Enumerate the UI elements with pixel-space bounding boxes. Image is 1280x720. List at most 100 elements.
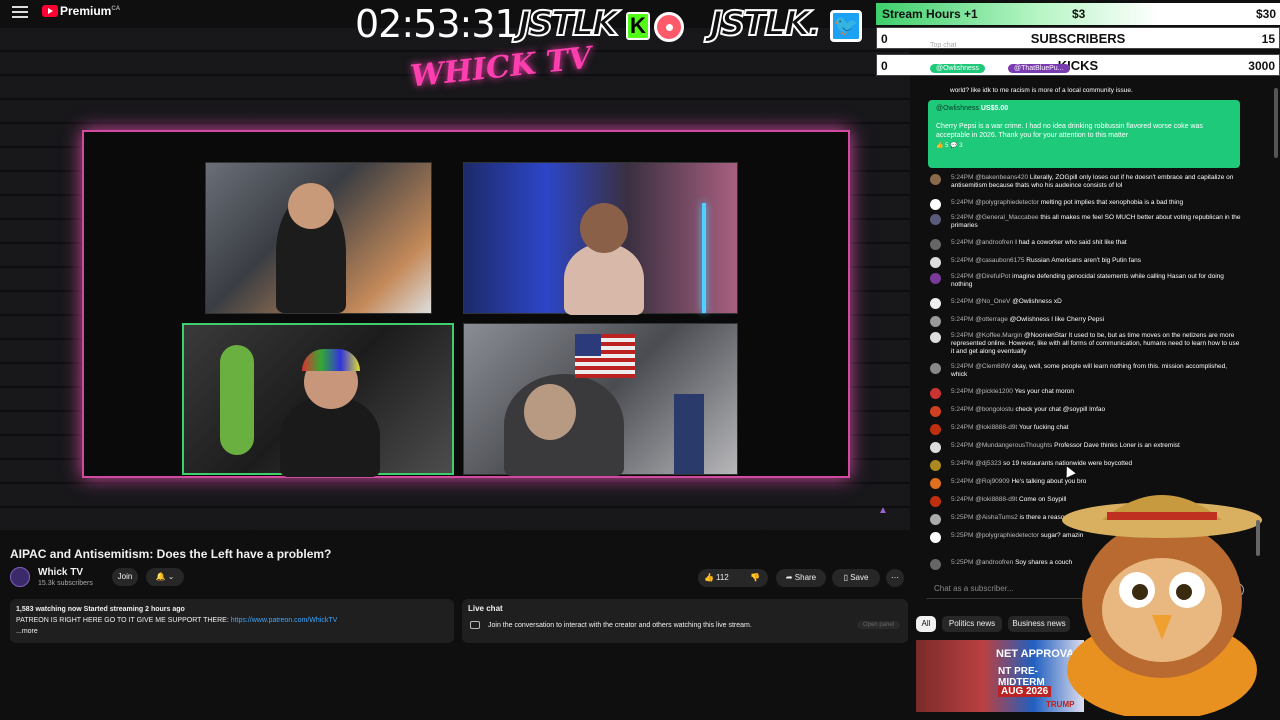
brand-text-left: JSTLK <box>517 3 619 45</box>
chat-author[interactable]: @dj5323 <box>975 460 1001 467</box>
description-stats: 1,583 watching now Started streaming 2 h… <box>16 606 185 613</box>
chat-avatar[interactable] <box>930 214 941 225</box>
chat-avatar[interactable] <box>930 496 941 507</box>
chat-avatar[interactable] <box>930 298 941 309</box>
chat-avatar[interactable] <box>930 316 941 327</box>
chat-author[interactable]: @No_OneV <box>975 298 1010 305</box>
chip-all[interactable]: All <box>916 616 936 632</box>
chat-author[interactable]: @Roj90909 <box>975 478 1009 485</box>
chat-author[interactable]: @DirefulPot <box>975 273 1010 280</box>
chat-message-text: 5:24PM @bongolostu check your chat @soyp… <box>951 406 1241 414</box>
save-button[interactable]: ▯ Save <box>832 569 880 587</box>
chat-avatar[interactable] <box>930 424 941 435</box>
chat-timestamp: 5:24PM <box>951 174 974 181</box>
chat-avatar[interactable] <box>930 478 941 489</box>
chat-author[interactable]: @loki8888-d9t <box>975 496 1017 503</box>
channel-name[interactable]: Whick TV <box>38 567 83 578</box>
chat-scrollbar-lower[interactable] <box>1256 520 1260 556</box>
chat-message-text: 5:24PM @General_Maccabee this all makes … <box>951 214 1241 230</box>
thumbs-down-icon[interactable]: 👎 <box>750 569 760 587</box>
chat-timestamp: 5:24PM <box>951 199 974 206</box>
chat-timestamp: 5:24PM <box>951 363 974 370</box>
chat-author[interactable]: @polygraphiedetector <box>975 532 1039 539</box>
like-button[interactable]: 👍 112 👎 <box>698 569 768 587</box>
live-chat-text: Join the conversation to interact with t… <box>488 622 752 629</box>
pinned-user-1[interactable]: @Owlishness <box>930 64 985 73</box>
chat-author[interactable]: @Clem68W <box>975 363 1010 370</box>
bookmark-icon: ▯ <box>843 573 848 582</box>
super-chat-name: @Owlishness <box>936 105 979 112</box>
chat-author[interactable]: @bakenbeans420 <box>975 174 1028 181</box>
super-chat-amount: US$5.00 <box>980 105 1009 112</box>
live-chat-box: Live chat Join the conversation to inter… <box>462 599 908 643</box>
chat-text: Professor Dave thinks Loner is an extrem… <box>1054 442 1180 449</box>
more-link[interactable]: ...more <box>16 626 448 637</box>
chip-politics-news[interactable]: Politics news <box>942 616 1002 632</box>
super-chat-text: Cherry Pepsi is a war crime. I had no id… <box>936 123 1203 139</box>
notification-bell-button[interactable]: 🔔 ⌄ <box>146 568 184 586</box>
chat-avatar[interactable] <box>930 257 941 268</box>
chat-author[interactable]: @casaubon6175 <box>975 257 1024 264</box>
chat-avatar[interactable] <box>930 363 941 374</box>
chat-avatar[interactable] <box>930 239 941 250</box>
channel-avatar[interactable] <box>10 567 30 587</box>
chat-timestamp: 5:24PM <box>951 388 974 395</box>
chat-timestamp: 5:24PM <box>951 273 974 280</box>
chat-timestamp: 5:24PM <box>951 460 974 467</box>
chat-avatar[interactable] <box>930 273 941 284</box>
more-options-button[interactable]: ⋯ <box>886 569 904 587</box>
open-panel-button[interactable]: Open panel <box>856 621 900 629</box>
chat-avatar[interactable] <box>930 532 941 543</box>
chat-avatar[interactable] <box>930 174 941 185</box>
chat-author[interactable]: @loki8888-d9t <box>975 424 1017 431</box>
youtube-logo-icon[interactable] <box>42 5 58 17</box>
chat-mode-selector[interactable]: Top chat <box>930 42 956 49</box>
chat-avatar[interactable] <box>930 559 941 570</box>
app-logo[interactable]: PremiumCA <box>60 4 120 18</box>
chat-author[interactable]: @polygraphiedetector <box>975 199 1039 206</box>
chat-author[interactable]: @AishaTums2 <box>975 514 1017 521</box>
chat-timestamp: 5:24PM <box>951 406 974 413</box>
chat-text: Yes your chat moron <box>1014 388 1074 395</box>
chat-avatar[interactable] <box>930 442 941 453</box>
chat-avatar[interactable] <box>930 332 941 343</box>
flag-image <box>575 334 635 378</box>
chat-timestamp: 5:24PM <box>951 316 974 323</box>
watermark-icon: ▲ <box>878 505 888 516</box>
chat-author[interactable]: @MundangerousThoughts <box>975 442 1052 449</box>
chat-avatar[interactable] <box>930 460 941 471</box>
chat-text: @Owlishness xD <box>1012 298 1062 305</box>
share-icon: ➦ <box>785 573 793 582</box>
chat-message-text: 5:24PM @Koffee.Margin @NoonienStar It us… <box>951 332 1241 356</box>
chat-timestamp: 5:25PM <box>951 532 974 539</box>
chat-author[interactable]: @androofren <box>975 559 1013 566</box>
super-chat[interactable]: @Owlishness US$5.00 Cherry Pepsi is a wa… <box>928 100 1240 168</box>
description-text: PATREON IS RIGHT HERE GO TO IT GIVE ME S… <box>16 617 338 624</box>
chat-timestamp: 5:24PM <box>951 214 974 221</box>
chat-message-text: 5:24PM @pickle1200 Yes your chat moron <box>951 388 1241 396</box>
chat-text: Russian Americans aren't big Putin fans <box>1026 257 1141 264</box>
chat-text: melting pot implies that xenophobia is a… <box>1040 199 1184 206</box>
chat-timestamp: 5:24PM <box>951 239 974 246</box>
chat-avatar[interactable] <box>930 199 941 210</box>
chat-text: I had a coworker who said shit like that <box>1015 239 1127 246</box>
join-button[interactable]: Join <box>112 568 138 586</box>
chat-message-text: 5:24PM @No_OneV @Owlishness xD <box>951 298 1241 306</box>
share-button[interactable]: ➦ Share <box>776 569 826 587</box>
chat-author[interactable]: @pickle1200 <box>975 388 1013 395</box>
kick-icon: K <box>626 12 650 40</box>
pinned-user-2[interactable]: @ThatBluePu... <box>1008 64 1070 73</box>
chat-author[interactable]: @Koffee.Margin <box>975 332 1022 339</box>
chat-author[interactable]: @androofren <box>975 239 1013 246</box>
chat-author[interactable]: @General_Maccabee <box>975 214 1038 221</box>
patreon-link[interactable]: https://www.patreon.com/WhickTV <box>231 617 338 624</box>
menu-icon[interactable] <box>12 6 28 18</box>
chat-author[interactable]: @bongolostu <box>975 406 1013 413</box>
chat-avatar[interactable] <box>930 406 941 417</box>
thumbs-up-icon: 👍 <box>704 573 714 582</box>
chat-avatar[interactable] <box>930 388 941 399</box>
chat-scrollbar[interactable] <box>1274 88 1278 158</box>
description-box[interactable]: 1,583 watching now Started streaming 2 h… <box>10 599 454 643</box>
chat-author[interactable]: @otterrage <box>975 316 1008 323</box>
chat-avatar[interactable] <box>930 514 941 525</box>
